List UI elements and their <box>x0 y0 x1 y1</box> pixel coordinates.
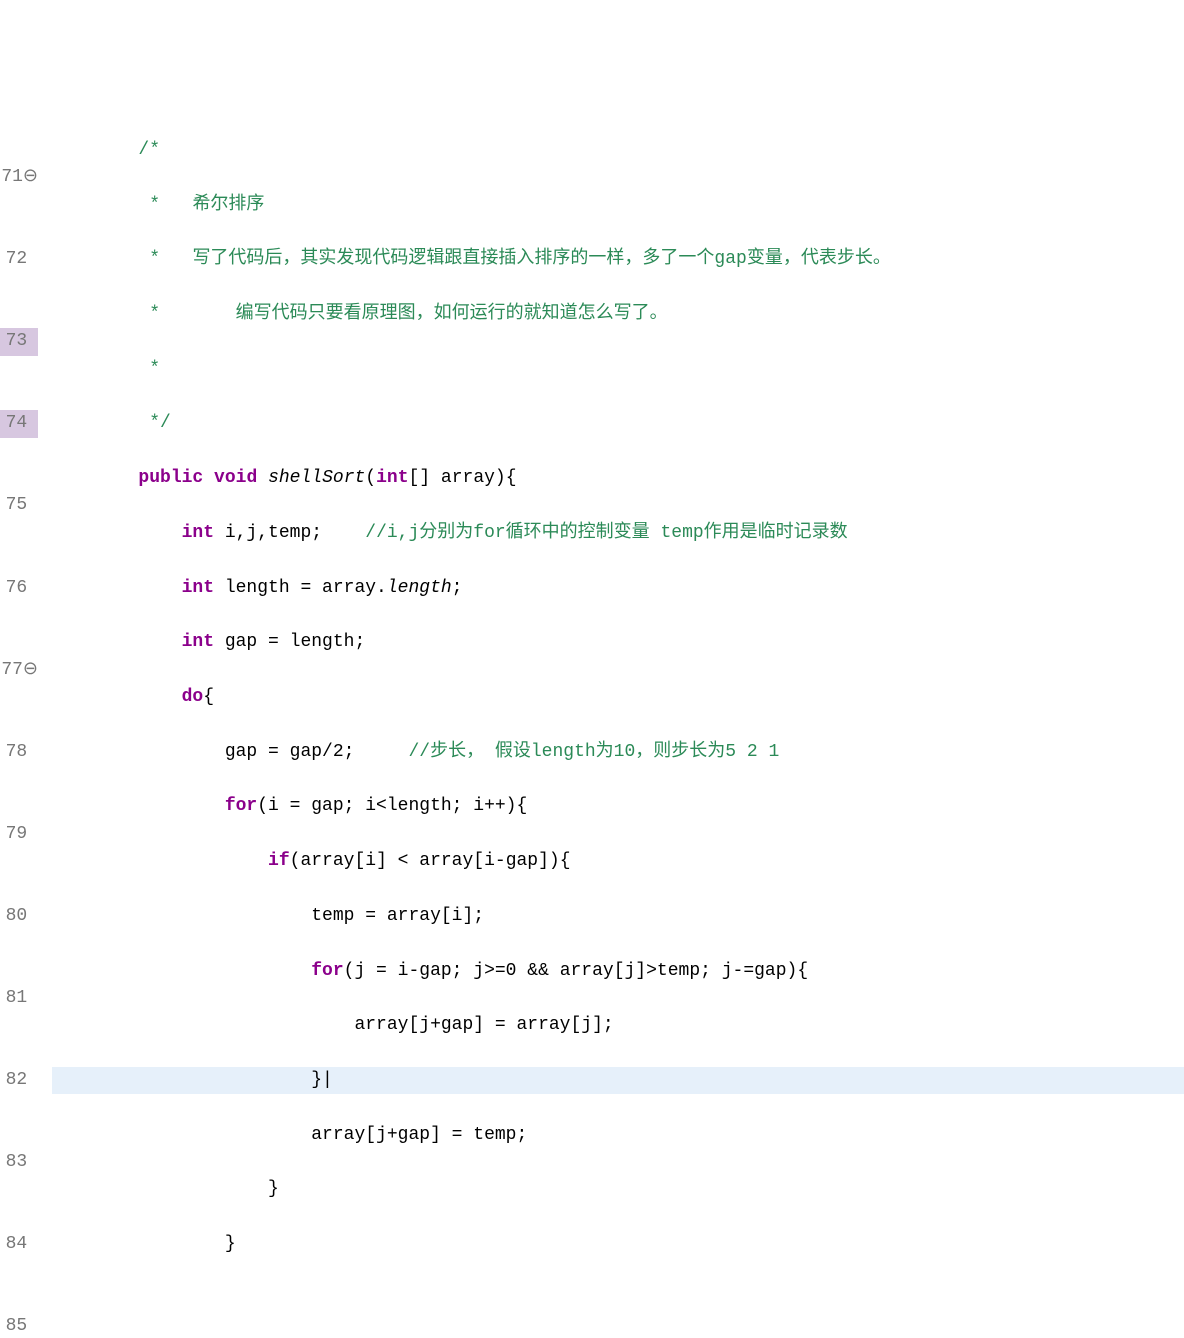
line-number: 83 <box>0 1149 38 1176</box>
code-line: } <box>52 1176 1184 1203</box>
code-line: for(j = i-gap; j>=0 && array[j]>temp; j-… <box>52 958 1184 985</box>
code-line: array[j+gap] = temp; <box>52 1122 1184 1149</box>
line-number: 82 <box>0 1067 38 1094</box>
code-line: * 编写代码只要看原理图，如何运行的就知道怎么写了。 <box>52 301 1184 328</box>
code-line: * 希尔排序 <box>52 192 1184 219</box>
code-line-current: }| <box>52 1067 1184 1094</box>
code-content[interactable]: /* * 希尔排序 * 写了代码后，其实发现代码逻辑跟直接插入排序的一样，多了一… <box>52 109 1184 1338</box>
line-number: 84 <box>0 1231 38 1258</box>
code-line: * 写了代码后，其实发现代码逻辑跟直接插入排序的一样，多了一个gap变量，代表步… <box>52 246 1184 273</box>
code-line: /* <box>52 137 1184 164</box>
code-line <box>52 1286 1184 1313</box>
line-number: 80 <box>0 903 38 930</box>
code-line: public void shellSort(int[] array){ <box>52 465 1184 492</box>
line-number: 71⊖ <box>0 164 38 191</box>
line-number: 76 <box>0 575 38 602</box>
code-line: } <box>52 1231 1184 1258</box>
code-line: for(i = gap; i<length; i++){ <box>52 793 1184 820</box>
code-line: do{ <box>52 684 1184 711</box>
line-number: 73 <box>0 328 38 355</box>
code-line: */ <box>52 410 1184 437</box>
code-line: * <box>52 356 1184 383</box>
code-line: int length = array.length; <box>52 575 1184 602</box>
line-number: 77⊖ <box>0 657 38 684</box>
code-line: int gap = length; <box>52 629 1184 656</box>
code-line: gap = gap/2; //步长， 假设length为10，则步长为5 2 1 <box>52 739 1184 766</box>
line-number: 78 <box>0 739 38 766</box>
code-line: array[j+gap] = array[j]; <box>52 1012 1184 1039</box>
line-number: 74 <box>0 410 38 437</box>
line-number: 72 <box>0 246 38 273</box>
code-editor: 71⊖ 72 73 74 75 76 77⊖ 78 79 80 81 82 83… <box>0 109 1184 1338</box>
line-number: 81 <box>0 985 38 1012</box>
line-number-gutter: 71⊖ 72 73 74 75 76 77⊖ 78 79 80 81 82 83… <box>0 109 52 1338</box>
code-line: temp = array[i]; <box>52 903 1184 930</box>
line-number: 79 <box>0 821 38 848</box>
code-line: int i,j,temp; //i,j分别为for循环中的控制变量 temp作用… <box>52 520 1184 547</box>
line-number: 85 <box>0 1313 38 1338</box>
code-line: if(array[i] < array[i-gap]){ <box>52 848 1184 875</box>
line-number: 75 <box>0 492 38 519</box>
